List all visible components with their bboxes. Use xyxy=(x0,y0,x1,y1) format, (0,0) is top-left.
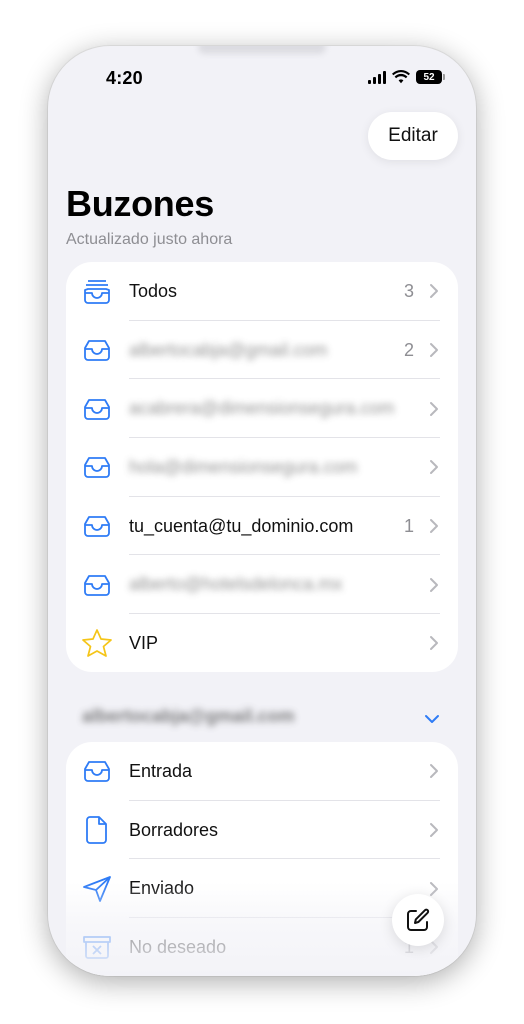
battery-icon: 52 xyxy=(416,70,445,84)
mailbox-label: albertocabja@gmail.com xyxy=(129,339,328,360)
inbox-icon xyxy=(80,333,114,367)
paper-plane-icon xyxy=(80,872,114,906)
inbox-stack-icon xyxy=(80,274,114,308)
mailbox-label: hola@dimensionsegura.com xyxy=(129,456,358,477)
mailboxes-list: Todos 3 albertocabja@gmail.com 2 acabrer… xyxy=(66,262,458,672)
folder-label: Entrada xyxy=(129,760,193,781)
junk-icon xyxy=(80,930,114,964)
folder-row-entrada[interactable]: Entrada xyxy=(66,742,458,801)
inbox-icon xyxy=(80,568,114,602)
chevron-right-icon xyxy=(430,823,438,838)
dynamic-island xyxy=(198,46,326,54)
inbox-icon xyxy=(80,754,114,788)
chevron-right-icon xyxy=(430,881,438,896)
folder-row-borradores[interactable]: Borradores xyxy=(66,801,458,860)
cellular-signal-icon xyxy=(368,70,386,84)
chevron-down-icon[interactable] xyxy=(424,714,440,724)
mailbox-label: alberto@hotelsdelonca.mx xyxy=(129,574,343,595)
star-icon xyxy=(80,626,114,660)
unread-count: 2 xyxy=(403,339,414,360)
chevron-right-icon xyxy=(430,460,438,475)
status-time: 4:20 xyxy=(106,68,143,88)
account-section-title[interactable]: albertocabja@gmail.com xyxy=(82,706,295,727)
chevron-right-icon xyxy=(430,284,438,299)
folder-label: No deseado xyxy=(129,936,227,957)
chevron-right-icon xyxy=(430,636,438,651)
mailbox-row-account[interactable]: tu_cuenta@tu_dominio.com 1 xyxy=(66,497,458,556)
chevron-right-icon xyxy=(430,577,438,592)
mailbox-row-todos[interactable]: Todos 3 xyxy=(66,262,458,321)
mailbox-row-account[interactable]: albertocabja@gmail.com 2 xyxy=(66,321,458,380)
mailbox-row-account[interactable]: acabrera@dimensionsegura.com xyxy=(66,379,458,439)
chevron-right-icon xyxy=(430,401,438,416)
mailbox-row-account[interactable]: hola@dimensionsegura.com xyxy=(66,438,458,497)
compose-button[interactable] xyxy=(392,894,444,946)
chevron-right-icon xyxy=(430,519,438,534)
folder-label: Borradores xyxy=(129,819,219,840)
inbox-icon xyxy=(80,509,114,543)
screen: 4:20 52 Editar Buzones Actualizado justo… xyxy=(48,46,476,976)
chevron-right-icon xyxy=(430,343,438,358)
mailbox-label: Todos xyxy=(129,280,178,301)
unread-count: 1 xyxy=(403,515,414,536)
update-status: Actualizado justo ahora xyxy=(66,231,233,248)
mailbox-label: tu_cuenta@tu_dominio.com xyxy=(129,515,354,536)
unread-count: 3 xyxy=(403,280,414,301)
mailbox-label: VIP xyxy=(129,632,159,653)
compose-icon xyxy=(407,908,430,931)
account-folders-list: Entrada Borradores Enviado No deseado 1 xyxy=(66,742,458,976)
chevron-right-icon xyxy=(430,764,438,779)
page-title: Buzones xyxy=(66,183,214,224)
mailbox-label: acabrera@dimensionsegura.com xyxy=(129,398,395,419)
wifi-icon xyxy=(392,70,410,84)
edit-button[interactable]: Editar xyxy=(368,112,458,160)
status-icons: 52 xyxy=(368,70,445,84)
document-icon xyxy=(80,813,114,847)
phone-frame: 4:20 52 Editar Buzones Actualizado justo… xyxy=(0,0,524,1024)
folder-label: Enviado xyxy=(129,878,195,899)
mailbox-row-account[interactable]: alberto@hotelsdelonca.mx xyxy=(66,555,458,615)
inbox-icon xyxy=(80,392,114,426)
inbox-icon xyxy=(80,450,114,484)
mailbox-row-vip[interactable]: VIP xyxy=(66,614,458,672)
